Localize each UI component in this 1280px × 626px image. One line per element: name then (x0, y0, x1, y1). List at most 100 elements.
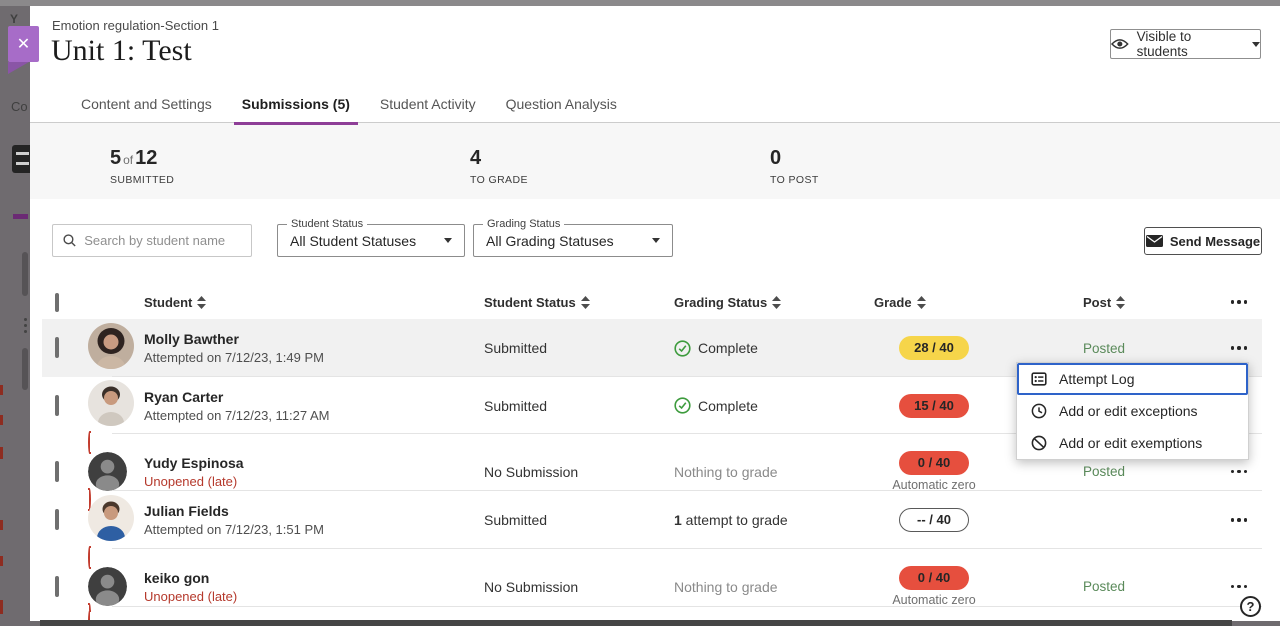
dimmed-background-fragment (24, 318, 27, 336)
avatar (88, 356, 134, 373)
row-checkbox[interactable] (55, 337, 59, 358)
close-ribbon-fold (8, 62, 29, 74)
grade-pill[interactable]: 0 / 40 (899, 451, 969, 475)
dimmed-background-fragment (0, 600, 3, 614)
sort-icon (197, 296, 206, 309)
student-status-filter-label: Student Status (287, 218, 367, 230)
post-status: Posted (1083, 579, 1216, 594)
student-status-filter-value: All Student Statuses (290, 233, 444, 249)
grading-status-cell: Nothing to grade (674, 464, 874, 480)
sort-icon (772, 296, 781, 309)
grading-status-cell: Complete (674, 397, 874, 414)
table-options-button[interactable] (1216, 300, 1262, 304)
grade-pill[interactable]: 0 / 40 (899, 566, 969, 590)
dimmed-bottom-strip (40, 620, 1232, 626)
tab-content-and-settings[interactable]: Content and Settings (73, 96, 220, 125)
row-checkbox[interactable] (55, 509, 59, 530)
tab-submissions[interactable]: Submissions (5) (234, 96, 358, 125)
grade-pill[interactable]: 15 / 40 (899, 394, 969, 418)
question-mark-icon: ? (1247, 599, 1255, 614)
student-status-cell: No Submission (484, 579, 674, 595)
chevron-down-icon (444, 238, 452, 243)
grading-status-filter-value: All Grading Statuses (486, 233, 652, 249)
dimmed-background-fragment (0, 385, 3, 395)
header-post[interactable]: Post (1083, 295, 1216, 310)
row-options-button[interactable] (1216, 585, 1262, 589)
row-checkbox[interactable] (55, 461, 59, 482)
dimmed-background-fragment (22, 252, 28, 296)
tab-student-activity[interactable]: Student Activity (372, 96, 484, 125)
stat-to-grade: 4 TO GRADE (470, 147, 528, 186)
dimmed-background-fragment (22, 348, 28, 390)
envelope-icon (1146, 235, 1163, 247)
chevron-down-icon (1252, 42, 1260, 47)
grading-status-cell: Complete (674, 340, 874, 357)
sort-icon (917, 296, 926, 309)
select-all-checkbox[interactable] (55, 293, 59, 312)
student-status-cell: Submitted (484, 340, 674, 356)
row-context-menu: Attempt Log Add or edit exceptions Add o… (1016, 362, 1249, 460)
student-cell[interactable]: Julian Fields Attempted on 7/12/23, 1:51… (144, 503, 484, 537)
stats-bar: 5of12 SUBMITTED 4 TO GRADE 0 TO POST (30, 123, 1280, 199)
visibility-label: Visible to students (1137, 29, 1244, 59)
avatar (88, 528, 134, 545)
student-status-filter[interactable]: Student Status All Student Statuses (277, 224, 465, 257)
row-options-button[interactable] (1216, 470, 1262, 474)
sort-icon (1116, 296, 1125, 309)
dimmed-background-fragment (0, 520, 3, 530)
search-icon (63, 233, 76, 248)
row-options-button[interactable] (1216, 518, 1262, 522)
grading-status-cell: Nothing to grade (674, 579, 874, 595)
check-circle-icon (674, 397, 691, 414)
check-circle-icon (674, 340, 691, 357)
breadcrumb: Emotion regulation-Section 1 (52, 18, 219, 33)
student-cell[interactable]: keiko gon Unopened (late) (144, 570, 484, 604)
search-input[interactable] (84, 233, 241, 248)
dimmed-background-fragment (0, 447, 3, 459)
grade-note: Automatic zero (884, 478, 984, 492)
tab-bar: Content and Settings Submissions (5) Stu… (73, 96, 625, 125)
row-checkbox[interactable] (55, 395, 59, 416)
dimmed-background-fragment (0, 415, 3, 425)
menu-item-add-edit-exceptions[interactable]: Add or edit exceptions (1017, 395, 1248, 427)
table-row (42, 607, 1262, 621)
student-status-cell: Submitted (484, 512, 674, 528)
header-grade[interactable]: Grade (874, 295, 1083, 310)
header-student-status[interactable]: Student Status (484, 295, 674, 310)
grading-status-filter[interactable]: Grading Status All Grading Statuses (473, 224, 673, 257)
menu-item-attempt-log[interactable]: Attempt Log (1017, 363, 1248, 395)
dimmed-background-fragment: Y (10, 12, 18, 26)
grade-pill[interactable]: 28 / 40 (899, 336, 969, 360)
header-student[interactable]: Student (144, 295, 484, 310)
help-button[interactable]: ? (1240, 596, 1261, 617)
table-row: keiko gon Unopened (late) No Submission … (42, 549, 1262, 607)
row-options-button[interactable] (1216, 346, 1262, 350)
student-cell[interactable]: Yudy Espinosa Unopened (late) (144, 455, 484, 489)
dimmed-background-fragment: Co (11, 99, 28, 114)
stat-submitted: 5of12 SUBMITTED (110, 147, 174, 186)
sort-icon (581, 296, 590, 309)
chevron-down-icon (652, 238, 660, 243)
tab-question-analysis[interactable]: Question Analysis (498, 96, 625, 125)
student-search (52, 224, 252, 257)
row-checkbox[interactable] (55, 576, 59, 597)
grade-note: Automatic zero (884, 593, 984, 607)
grading-status-cell: 1 attempt to grade (674, 512, 874, 528)
post-status: Posted (1083, 341, 1216, 356)
menu-item-add-edit-exemptions[interactable]: Add or edit exemptions (1017, 427, 1248, 459)
avatar (88, 413, 134, 430)
student-status-cell: Submitted (484, 398, 674, 414)
close-panel-button[interactable]: ✕ (8, 26, 39, 62)
send-message-button[interactable]: Send Message (1144, 227, 1262, 255)
header-grading-status[interactable]: Grading Status (674, 295, 874, 310)
student-status-cell: No Submission (484, 464, 674, 480)
student-cell[interactable]: Molly Bawther Attempted on 7/12/23, 1:49… (144, 331, 484, 365)
student-cell[interactable]: Ryan Carter Attempted on 7/12/23, 11:27 … (144, 389, 484, 423)
attempt-log-icon (1031, 371, 1047, 387)
visibility-dropdown[interactable]: Visible to students (1110, 29, 1261, 59)
page-title: Unit 1: Test (51, 34, 192, 68)
submissions-panel: Emotion regulation-Section 1 Unit 1: Tes… (30, 6, 1280, 621)
dimmed-background-fragment (13, 214, 28, 219)
grade-pill[interactable]: -- / 40 (899, 508, 969, 532)
close-icon: ✕ (17, 34, 30, 54)
